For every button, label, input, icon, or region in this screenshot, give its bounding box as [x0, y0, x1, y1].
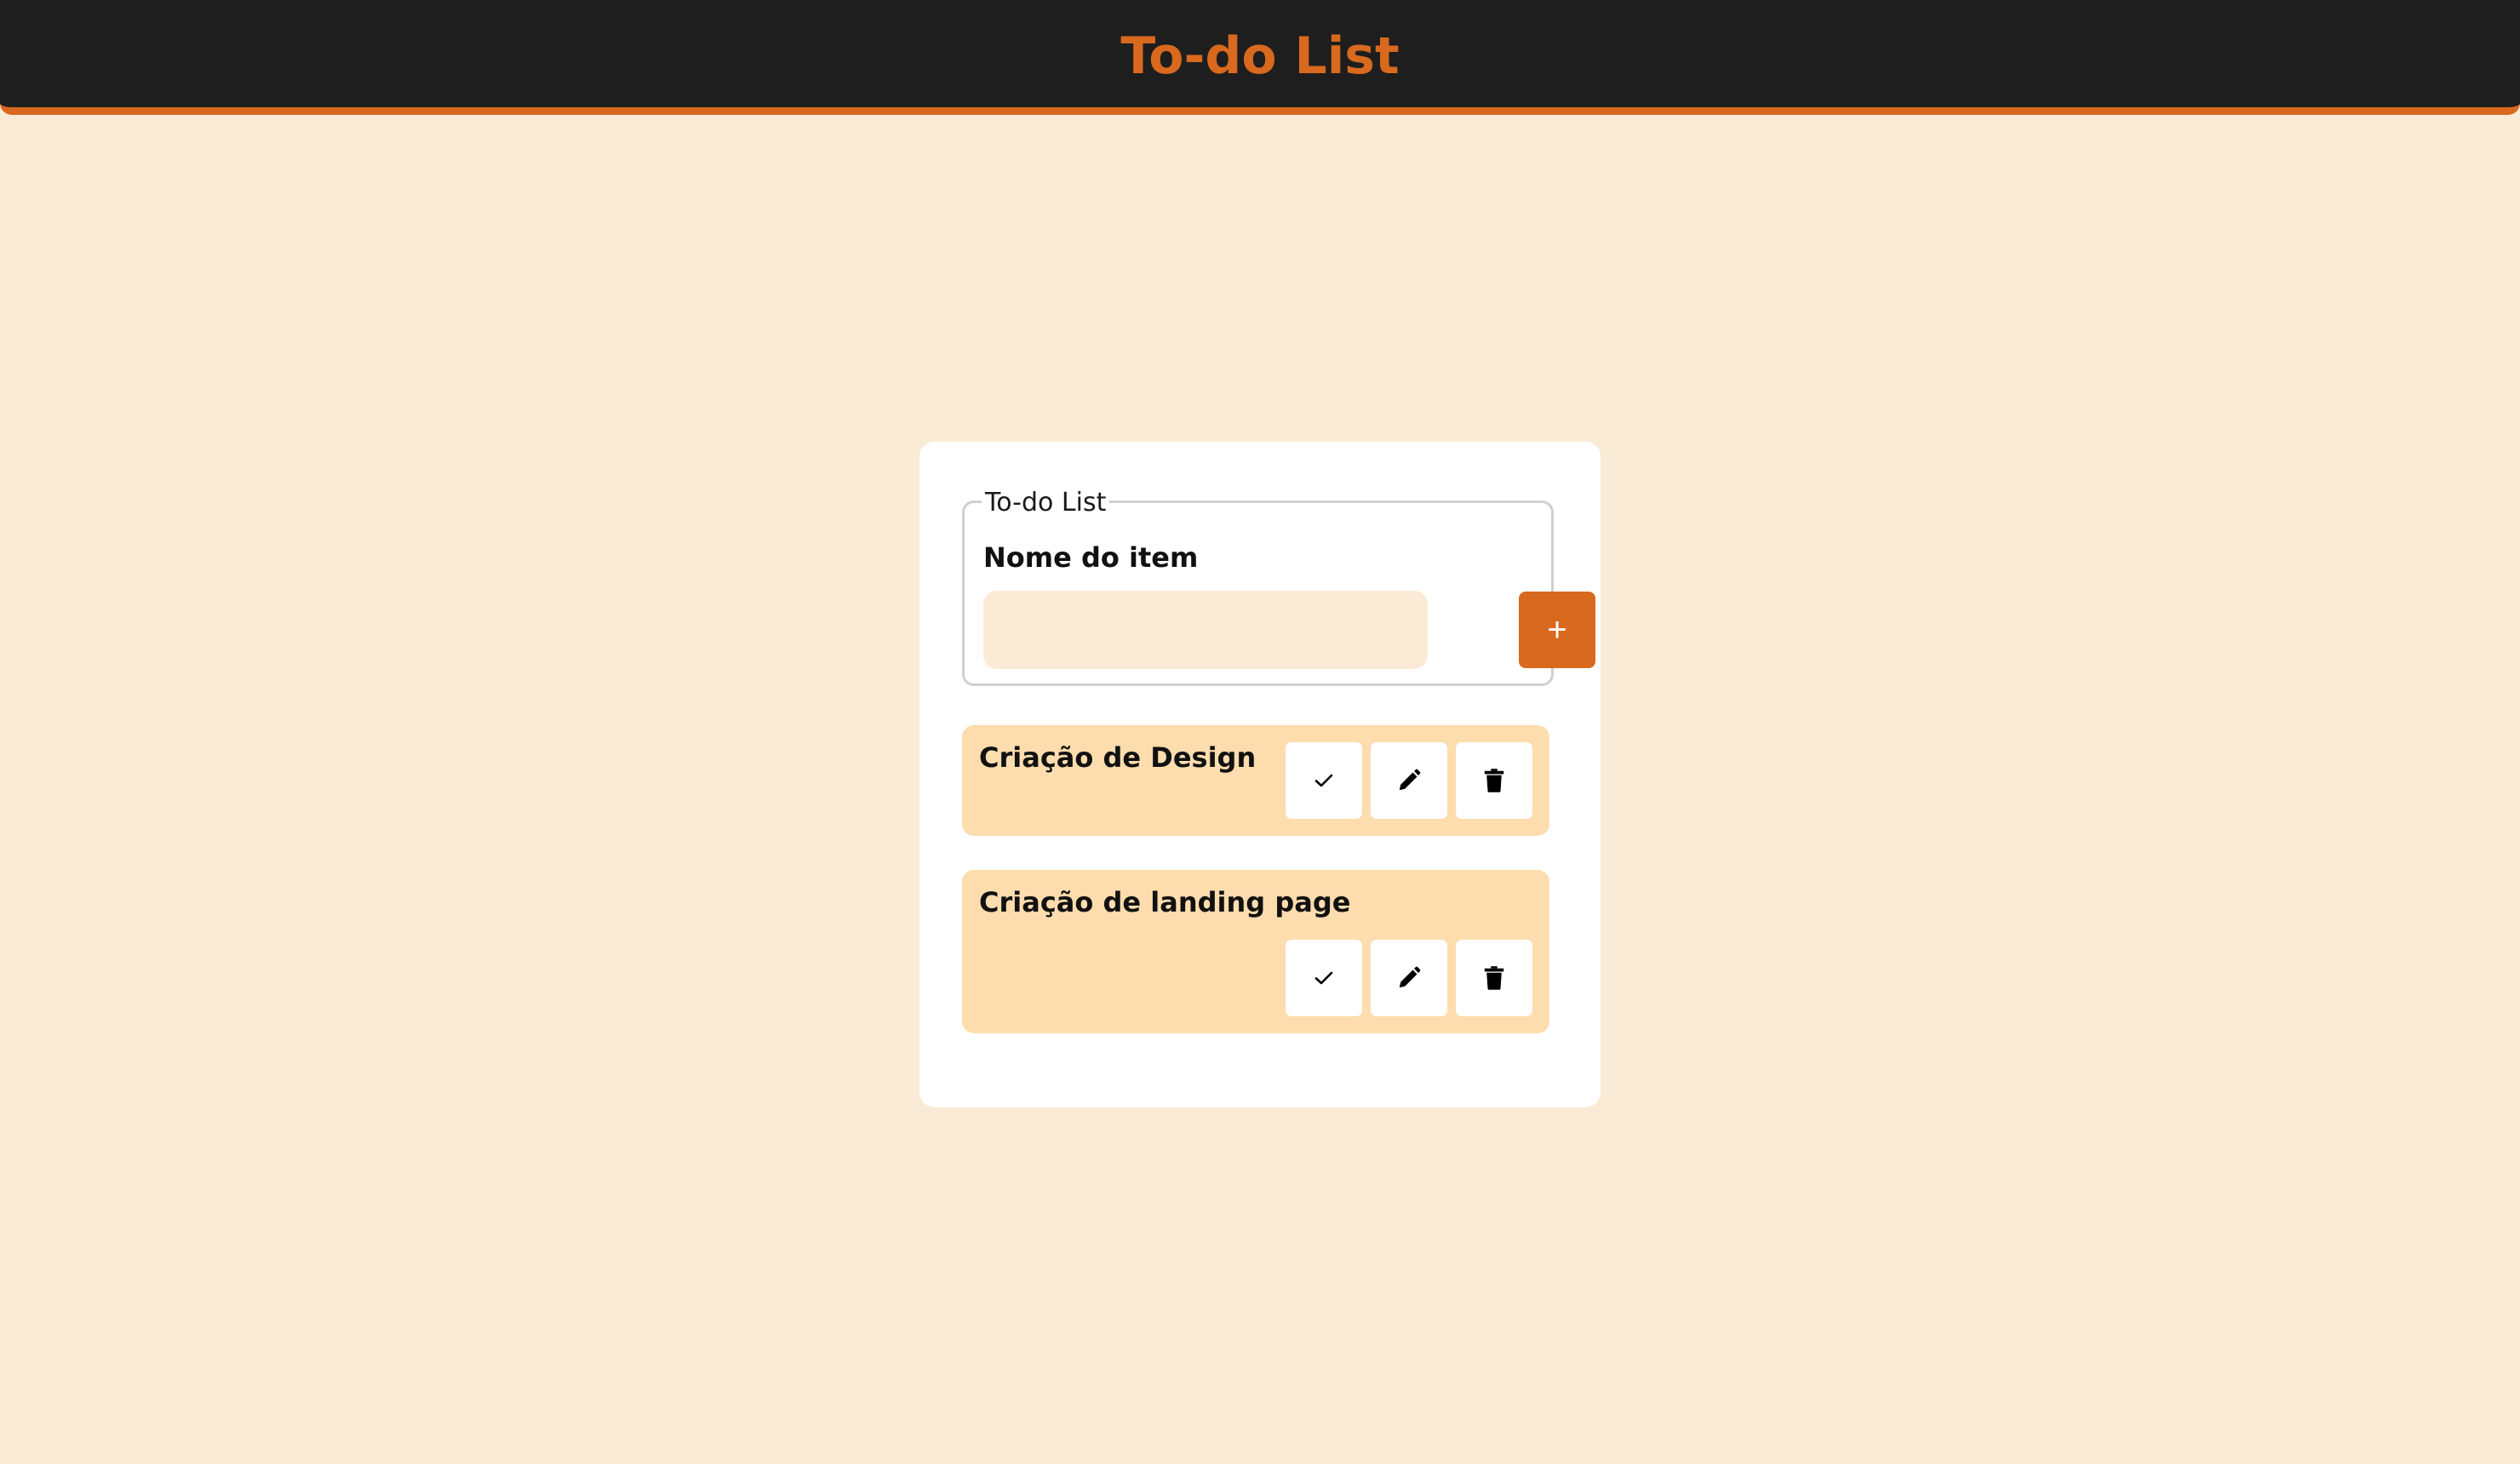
edit-task-button[interactable] — [1371, 742, 1447, 819]
edit-task-button[interactable] — [1371, 940, 1447, 1016]
app-header: To-do List — [0, 0, 2520, 115]
task-actions — [1286, 742, 1532, 819]
complete-task-button[interactable] — [1286, 742, 1362, 819]
check-icon — [1314, 774, 1333, 787]
todo-card: To-do List Nome do item + Criação de Des… — [919, 442, 1601, 1107]
trash-icon — [1484, 966, 1504, 990]
add-item-button[interactable]: + — [1519, 592, 1595, 668]
check-icon — [1314, 971, 1333, 985]
complete-task-button[interactable] — [1286, 940, 1362, 1016]
app-title: To-do List — [1120, 26, 1400, 86]
add-item-fieldset: To-do List Nome do item + — [962, 488, 1595, 686]
delete-task-button[interactable] — [1456, 940, 1532, 1016]
task-item: Criação de Design — [962, 725, 1549, 836]
task-title: Criação de landing page — [979, 886, 1351, 918]
item-name-input[interactable] — [983, 591, 1428, 669]
item-name-label: Nome do item — [983, 541, 1199, 574]
pencil-icon — [1399, 769, 1421, 791]
plus-icon: + — [1547, 610, 1567, 649]
delete-task-button[interactable] — [1456, 742, 1532, 819]
pencil-icon — [1399, 966, 1421, 988]
task-title: Criação de Design — [979, 741, 1257, 774]
task-actions — [1286, 940, 1532, 1016]
fieldset-legend: To-do List — [982, 488, 1110, 518]
trash-icon — [1484, 769, 1504, 792]
task-item: Criação de landing page — [962, 870, 1549, 1033]
